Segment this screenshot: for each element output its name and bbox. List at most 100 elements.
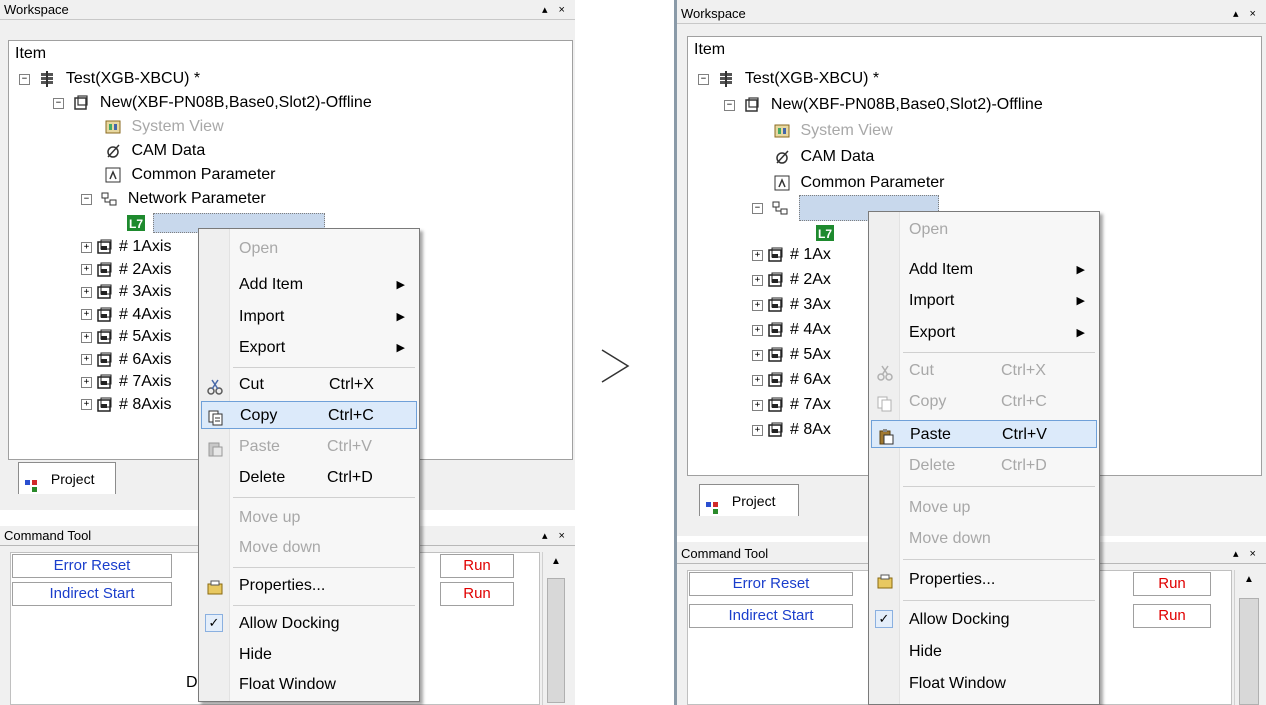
expand-icon[interactable]: + — [752, 299, 763, 311]
menu-cut[interactable]: Cut Ctrl+X — [201, 371, 417, 399]
menu-allow-docking[interactable]: ✓ Allow Docking — [201, 610, 417, 638]
titlebar-controls[interactable]: ▴ × — [542, 526, 569, 546]
indirect-start-button[interactable]: Indirect Start — [12, 582, 172, 606]
scroll-up-icon[interactable]: ▲ — [1244, 574, 1254, 585]
vertical-scrollbar[interactable]: ▲ — [1234, 570, 1262, 705]
tree-node-axis[interactable]: + # 8Ax — [752, 418, 831, 442]
expand-icon[interactable]: + — [752, 274, 763, 286]
run-button-1[interactable]: Run — [440, 554, 514, 578]
workspace-titlebar[interactable]: Workspace ▴ × — [0, 0, 575, 20]
menu-paste[interactable]: Paste Ctrl+V — [201, 433, 417, 461]
scroll-up-icon[interactable]: ▲ — [551, 556, 561, 567]
tree-node-l7[interactable]: L7 — [816, 221, 838, 245]
error-reset-button[interactable]: Error Reset — [689, 572, 853, 596]
tree-node-common-parameter[interactable]: Common Parameter — [105, 163, 276, 187]
menu-properties[interactable]: Properties... — [871, 566, 1097, 594]
tree-node-axis[interactable]: + # 4Axis — [81, 303, 171, 327]
error-reset-button[interactable]: Error Reset — [12, 554, 172, 578]
menu-export[interactable]: Export ▶ — [201, 334, 417, 362]
tree-node-root[interactable]: − Test(XGB-XBCU) * — [698, 67, 879, 91]
titlebar-controls[interactable]: ▴ × — [542, 0, 569, 20]
tree-node-axis[interactable]: + # 2Axis — [81, 258, 171, 282]
workspace-titlebar[interactable]: Workspace ▴ × — [677, 4, 1266, 24]
menu-copy[interactable]: Copy Ctrl+C — [871, 388, 1097, 416]
expand-icon[interactable]: + — [752, 424, 763, 436]
menu-move-up[interactable]: Move up — [871, 494, 1097, 522]
expand-icon[interactable]: + — [81, 241, 92, 253]
indirect-start-button[interactable]: Indirect Start — [689, 604, 853, 628]
tree-node-system-view[interactable]: System View — [105, 115, 224, 139]
menu-properties[interactable]: Properties... — [201, 572, 417, 600]
expand-icon[interactable]: + — [81, 309, 92, 320]
menu-add-item[interactable]: Add Item ▶ — [201, 271, 417, 299]
titlebar-controls[interactable]: ▴ × — [1233, 4, 1260, 24]
expand-icon[interactable]: + — [81, 399, 92, 410]
run-button-1[interactable]: Run — [1133, 572, 1211, 596]
run-button-2[interactable]: Run — [440, 582, 514, 606]
tree-node-axis[interactable]: + # 5Axis — [81, 325, 171, 349]
menu-float-window[interactable]: Float Window — [871, 670, 1097, 698]
tree-node-axis[interactable]: + # 4Ax — [752, 318, 831, 342]
menu-delete[interactable]: Delete Ctrl+D — [201, 464, 417, 492]
vertical-scrollbar[interactable]: ▲ — [542, 552, 568, 705]
tree-node-axis[interactable]: + # 7Axis — [81, 370, 171, 394]
titlebar-controls[interactable]: ▴ × — [1233, 544, 1260, 564]
tree-node-module[interactable]: − New(XBF-PN08B,Base0,Slot2)-Offline — [724, 93, 1043, 117]
menu-add-item[interactable]: Add Item ▶ — [871, 256, 1097, 284]
tree-node-network-parameter[interactable]: − Network Parameter — [81, 187, 266, 211]
tree-node-axis[interactable]: + # 7Ax — [752, 393, 831, 417]
tree-node-axis[interactable]: + # 8Axis — [81, 393, 171, 417]
tree-node-axis[interactable]: + # 3Ax — [752, 293, 831, 317]
tree-node-cam-data[interactable]: CAM Data — [774, 145, 874, 169]
expand-icon[interactable]: + — [752, 249, 763, 261]
tree-node-axis[interactable]: + # 5Ax — [752, 343, 831, 367]
menu-hide[interactable]: Hide — [201, 641, 417, 669]
tree-node-axis[interactable]: + # 1Axis — [81, 235, 171, 259]
menu-copy[interactable]: Copy Ctrl+C — [201, 401, 417, 429]
expand-icon[interactable]: + — [81, 354, 92, 365]
run-button-2[interactable]: Run — [1133, 604, 1211, 628]
collapse-icon[interactable]: − — [752, 202, 763, 214]
tree-node-common-parameter[interactable]: Common Parameter — [774, 171, 945, 195]
menu-hide[interactable]: Hide — [871, 638, 1097, 666]
menu-open[interactable]: Open — [201, 235, 417, 263]
expand-icon[interactable]: + — [752, 324, 763, 336]
tab-project[interactable]: Project — [699, 484, 799, 516]
scroll-thumb[interactable] — [547, 578, 565, 703]
expand-icon[interactable]: + — [752, 374, 763, 386]
collapse-icon[interactable]: − — [19, 73, 30, 85]
menu-paste[interactable]: Paste Ctrl+V — [871, 420, 1097, 448]
tree-node-axis[interactable]: + # 3Axis — [81, 280, 171, 304]
tree-node-system-view[interactable]: System View — [774, 119, 893, 143]
tab-project[interactable]: Project — [18, 462, 116, 494]
tree-node-axis[interactable]: + # 6Ax — [752, 368, 831, 392]
collapse-icon[interactable]: − — [81, 193, 92, 205]
collapse-icon[interactable]: − — [698, 73, 709, 85]
tree-node-axis[interactable]: + # 6Axis — [81, 348, 171, 372]
expand-icon[interactable]: + — [81, 376, 92, 388]
expand-icon[interactable]: + — [81, 331, 92, 343]
menu-move-down[interactable]: Move down — [871, 525, 1097, 553]
tree-node-root[interactable]: − Test(XGB-XBCU) * — [19, 67, 200, 91]
tree-node-cam-data[interactable]: CAM Data — [105, 139, 205, 163]
menu-import[interactable]: Import ▶ — [201, 303, 417, 331]
expand-icon[interactable]: + — [752, 349, 763, 361]
expand-icon[interactable]: + — [752, 399, 763, 411]
tree-node-axis[interactable]: + # 1Ax — [752, 243, 831, 267]
scroll-thumb[interactable] — [1239, 598, 1259, 705]
menu-float-window[interactable]: Float Window — [201, 671, 417, 699]
menu-move-down[interactable]: Move down — [201, 534, 417, 562]
menu-move-up[interactable]: Move up — [201, 504, 417, 532]
expand-icon[interactable]: + — [81, 286, 92, 298]
tree-node-module[interactable]: − New(XBF-PN08B,Base0,Slot2)-Offline — [53, 91, 372, 115]
collapse-icon[interactable]: − — [724, 99, 735, 111]
menu-delete[interactable]: Delete Ctrl+D — [871, 452, 1097, 480]
menu-import[interactable]: Import ▶ — [871, 287, 1097, 315]
menu-allow-docking[interactable]: ✓ Allow Docking — [871, 606, 1097, 634]
menu-cut[interactable]: Cut Ctrl+X — [871, 357, 1097, 385]
menu-export[interactable]: Export ▶ — [871, 319, 1097, 347]
menu-open[interactable]: Open — [871, 216, 1097, 244]
expand-icon[interactable]: + — [81, 264, 92, 275]
tree-node-axis[interactable]: + # 2Ax — [752, 268, 831, 292]
collapse-icon[interactable]: − — [53, 97, 64, 109]
